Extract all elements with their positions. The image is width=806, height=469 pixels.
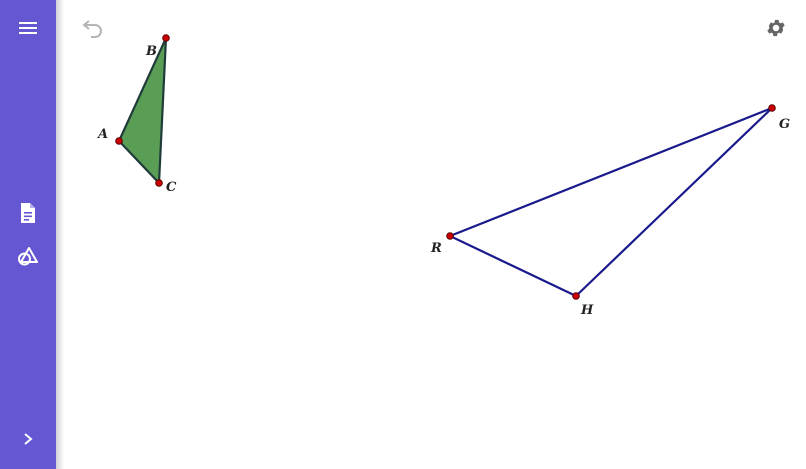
label-g: G: [779, 117, 790, 132]
graphics-canvas[interactable]: A B C R G H: [0, 0, 806, 469]
point-r[interactable]: [446, 232, 454, 240]
point-b[interactable]: [162, 34, 170, 42]
point-c[interactable]: [155, 179, 163, 187]
label-c: C: [166, 180, 177, 195]
label-h: H: [580, 303, 594, 318]
label-b: B: [145, 44, 157, 59]
label-a: A: [96, 127, 108, 142]
point-g[interactable]: [768, 104, 776, 112]
triangle-abc[interactable]: [117, 36, 168, 185]
label-r: R: [430, 241, 442, 256]
triangle-rgh[interactable]: [448, 106, 774, 298]
point-a[interactable]: [115, 137, 123, 145]
point-h[interactable]: [572, 292, 580, 300]
